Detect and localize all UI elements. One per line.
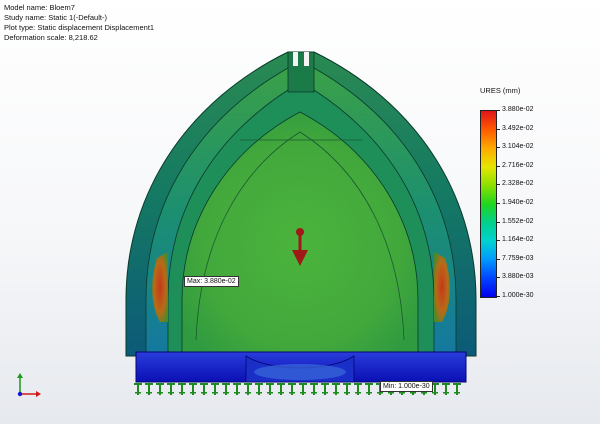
fixed-geometry-icon [200,383,208,395]
fixed-geometry-icon [277,383,285,395]
legend-tick-label: 1.164e-02 [502,236,534,244]
legend-tick-label: 3.880e-02 [502,106,534,113]
legend-tick-label: 3.104e-02 [502,143,534,151]
fixed-geometry-icon [365,383,373,395]
fixed-geometry-icon [332,383,340,395]
fixed-geometry-icon [156,383,164,395]
fixed-geometry-icon [453,383,461,395]
fixed-geometry-icon [211,383,219,395]
legend-tick-mark [496,184,500,186]
fixed-geometry-icon [288,383,296,395]
fea-model-view[interactable] [0,0,600,424]
legend-tick-mark [496,221,500,223]
fixed-geometry-icon [442,383,450,395]
legend-tick-label: 1.552e-02 [502,217,534,225]
min-callout[interactable]: Min: 1.000e-30 [380,381,433,392]
legend-tick-label: 2.716e-02 [502,161,534,169]
legend-tick-mark [496,277,500,279]
fixed-geometry-icon [321,383,329,395]
legend-tick-label: 3.492e-02 [502,124,534,132]
fixed-geometry-icon [222,383,230,395]
fixed-geometry-icon [244,383,252,395]
max-callout[interactable]: Max: 3.880e-02 [184,276,239,287]
fixed-geometry-icon [354,383,362,395]
legend-tick-label: 1.940e-02 [502,199,534,206]
fixed-geometry-icon [189,383,197,395]
fixed-geometry-icon [310,383,318,395]
legend-tick-mark [496,147,500,149]
legend-tick-mark [496,258,500,260]
legend-tick-mark [496,296,500,297]
legend-tick-mark [496,165,500,167]
legend-tick-label: 1.000e-30 [502,292,534,299]
top-slot [287,51,315,93]
legend-tick-mark [496,203,500,204]
fixed-geometry-icon [134,383,142,395]
fixed-geometry-icon [178,383,186,395]
legend-tick-mark [496,110,500,111]
fixed-geometry-icon [233,383,241,395]
axis-triad-icon[interactable] [12,372,42,402]
legend-tick-mark [496,128,500,130]
fixed-geometry-icon [266,383,274,395]
legend-tick-label: 3.880e-03 [502,273,534,281]
fixed-geometry-icon [343,383,351,395]
fixed-geometry-icon [167,383,175,395]
legend-title: URES (mm) [480,86,521,95]
fixed-geometry-icon [145,383,153,395]
legend-tick-mark [496,240,500,242]
legend-tick-label: 2.328e-02 [502,180,534,188]
fixed-geometry-icon [255,383,263,395]
color-scale-bar[interactable] [480,110,497,298]
legend-tick-label: 7.759e-03 [502,254,534,262]
fixed-geometry-icon [299,383,307,395]
